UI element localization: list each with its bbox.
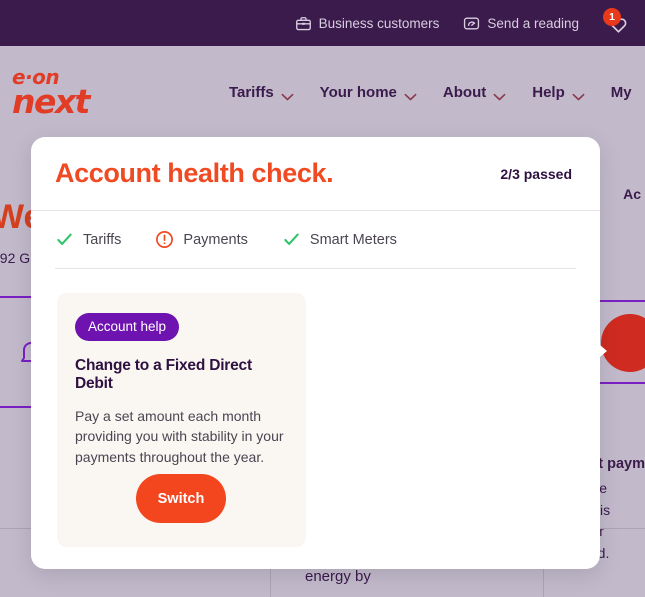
nav-item-help[interactable]: Help: [532, 84, 585, 101]
modal-pass-count: 2/3 passed: [500, 165, 572, 182]
account-health-check-modal: Account health check. 2/3 passed Tariffs…: [31, 137, 600, 569]
nav-item-label: My: [610, 83, 632, 101]
promo-category-badge: Account help: [75, 313, 180, 341]
promo-title: Change to a Fixed Direct Debit: [75, 357, 252, 392]
warning-circle-icon: [155, 230, 174, 249]
nav-item-my-account[interactable]: My: [611, 84, 632, 101]
carousel-next-button[interactable]: [594, 330, 610, 376]
logo-line-next: next: [12, 81, 90, 121]
send-a-reading-label: Send a reading: [487, 15, 579, 31]
nav-item-tariffs[interactable]: Tariffs: [229, 84, 294, 101]
nav-item-about[interactable]: About: [443, 84, 506, 101]
background-hero-subtitle: 192 G: [0, 250, 31, 266]
background-energy-by-text: energy by: [305, 568, 371, 585]
status-row: Tariffs Payments Smart Meters: [55, 211, 576, 269]
chevron-down-icon: [572, 88, 585, 100]
status-row-wrapper: Tariffs Payments Smart Meters: [31, 211, 600, 269]
top-utility-bar: Business customers Send a reading 1: [0, 0, 645, 46]
status-item-label: Payments: [183, 231, 248, 248]
nav-items: Tariffs Your home About Help My: [229, 84, 645, 101]
favourites-button[interactable]: 1: [603, 8, 633, 38]
status-item-payments[interactable]: Payments: [155, 230, 248, 249]
nav-item-label: About: [442, 83, 487, 101]
nav-item-your-home[interactable]: Your home: [320, 84, 417, 101]
nav-item-label: Help: [532, 83, 565, 101]
business-customers-label: Business customers: [318, 15, 440, 31]
check-icon: [55, 230, 74, 249]
chevron-down-icon: [281, 88, 294, 100]
status-item-label: Tariffs: [83, 231, 122, 248]
background-right-label: Ac: [623, 186, 641, 202]
modal-header: Account health check. 2/3 passed: [31, 137, 600, 211]
chevron-down-icon: [404, 88, 417, 100]
check-icon: [282, 230, 301, 249]
switch-button[interactable]: Switch: [136, 474, 226, 523]
chevron-right-icon: [594, 328, 610, 379]
promo-body: Pay a set amount each month providing yo…: [75, 408, 284, 465]
nav-item-label: Tariffs: [228, 83, 274, 101]
send-a-reading-link[interactable]: Send a reading: [463, 15, 579, 32]
chevron-down-icon: [493, 88, 506, 100]
promo-card: Account help Change to a Fixed Direct De…: [57, 293, 306, 547]
main-navigation-bar: e·on next Tariffs Your home About Help M…: [0, 46, 645, 138]
status-item-smart-meters[interactable]: Smart Meters: [282, 230, 397, 249]
status-item-tariffs[interactable]: Tariffs: [55, 230, 121, 249]
favourites-badge: 1: [603, 8, 621, 26]
nav-item-label: Your home: [319, 83, 397, 101]
speedometer-icon: [463, 15, 480, 32]
background-rule-bottom: [595, 382, 645, 384]
business-customers-link[interactable]: Business customers: [295, 15, 440, 32]
background-rule-top: [595, 300, 645, 302]
status-item-label: Smart Meters: [309, 231, 397, 248]
briefcase-icon: [295, 15, 312, 32]
modal-title: Account health check.: [55, 158, 334, 188]
eon-next-logo[interactable]: e·on next: [12, 67, 90, 121]
